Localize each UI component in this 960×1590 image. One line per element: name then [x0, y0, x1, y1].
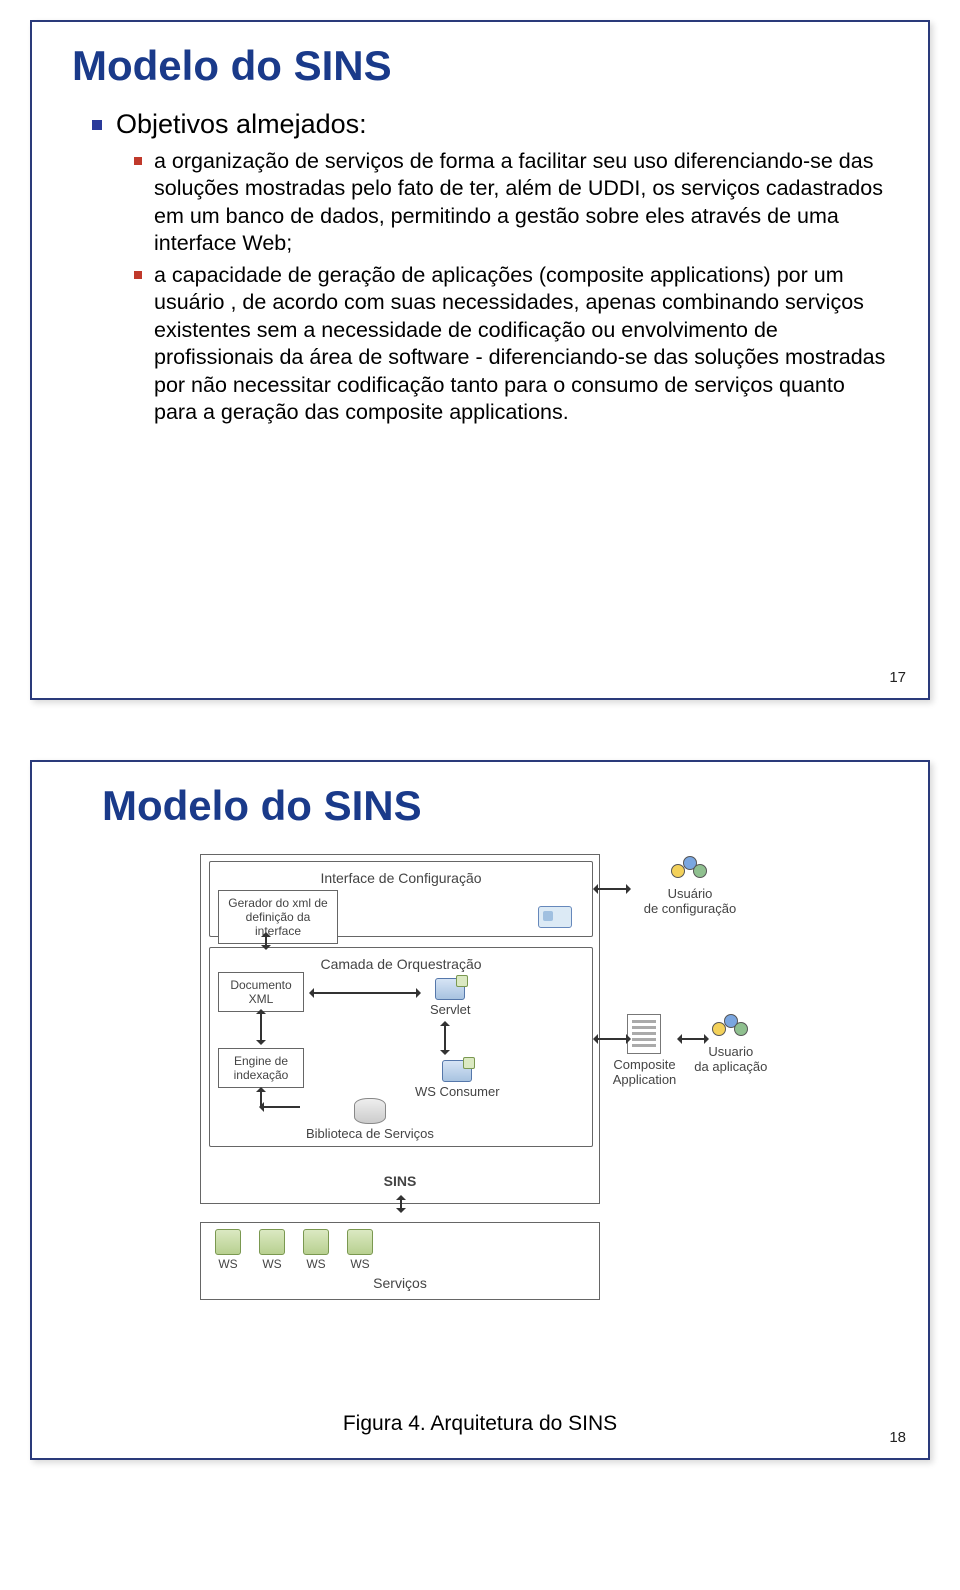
bullet-text: Objetivos almejados:	[116, 108, 367, 142]
bullet-level2: a organização de serviços de forma a fac…	[134, 148, 888, 258]
page-number: 17	[889, 669, 906, 686]
orchestration-layer: Camada de Orquestração Documento XML Ser…	[209, 947, 593, 1147]
bullet-level2: a capacidade de geração de aplicações (c…	[134, 262, 888, 427]
bullet-text: a capacidade de geração de aplicações (c…	[154, 262, 888, 427]
biblioteca-node: Biblioteca de Serviços	[306, 1098, 434, 1141]
ws-item: WS	[215, 1229, 241, 1271]
arrow-icon	[400, 1196, 402, 1212]
servlet-node: Servlet	[430, 978, 470, 1017]
arrow-icon	[260, 1010, 262, 1044]
sins-label: SINS	[201, 1173, 599, 1189]
arrow-icon	[260, 1106, 300, 1108]
server-icon	[435, 978, 465, 1000]
sins-container: Interface de Configuração Gerador do xml…	[200, 854, 600, 1204]
slide-18: Modelo do SINS Interface de Configuração…	[30, 760, 930, 1460]
biblioteca-label: Biblioteca de Serviços	[306, 1126, 434, 1141]
card-icon	[538, 906, 572, 928]
layer-label: Interface de Configuração	[218, 870, 584, 886]
ws-icon	[303, 1229, 329, 1255]
users-icon	[671, 856, 709, 884]
arrow-icon	[310, 992, 420, 994]
slide-title: Modelo do SINS	[102, 782, 888, 830]
figure-caption: Figura 4. Arquitetura do SINS	[32, 1412, 928, 1436]
ws-icon	[215, 1229, 241, 1255]
ws-consumer-node: WS Consumer	[415, 1060, 500, 1099]
ws-item: WS	[259, 1229, 285, 1271]
arrow-icon	[265, 933, 267, 949]
users-icon	[712, 1014, 750, 1042]
slide-title: Modelo do SINS	[72, 42, 888, 90]
arrow-icon	[444, 1022, 446, 1054]
gerador-xml-box: Gerador do xml de definição da interface	[218, 890, 338, 944]
page-number: 18	[889, 1429, 906, 1446]
database-icon	[354, 1098, 386, 1124]
bullet-square-icon	[134, 271, 142, 279]
arrow-icon	[678, 1038, 708, 1040]
servicos-label: Serviços	[209, 1275, 591, 1291]
ws-icon	[259, 1229, 285, 1255]
ws-consumer-label: WS Consumer	[415, 1084, 500, 1099]
composite-app: Composite Application	[613, 1014, 677, 1087]
servicos-box: WS WS WS WS Serviços	[200, 1222, 600, 1300]
bullet-square-icon	[134, 157, 142, 165]
bullet-square-icon	[92, 120, 102, 130]
layer-label: Camada de Orquestração	[218, 956, 584, 972]
server-icon	[442, 1060, 472, 1082]
ws-icon	[347, 1229, 373, 1255]
composite-app-label: Composite Application	[613, 1057, 677, 1087]
arrow-icon	[594, 1038, 630, 1040]
ws-item: WS	[303, 1229, 329, 1271]
bullet-level1: Objetivos almejados:	[72, 108, 888, 142]
usuario-app: Usuario da aplicação	[694, 1014, 767, 1087]
usuario-app-label: Usuario da aplicação	[694, 1044, 767, 1074]
arrow-icon	[594, 888, 630, 890]
bullet-text: a organização de serviços de forma a fac…	[154, 148, 888, 258]
servlet-label: Servlet	[430, 1002, 470, 1017]
slide-17: Modelo do SINS Objetivos almejados: a or…	[30, 20, 930, 700]
ws-item: WS	[347, 1229, 373, 1271]
interface-config-layer: Interface de Configuração Gerador do xml…	[209, 861, 593, 937]
